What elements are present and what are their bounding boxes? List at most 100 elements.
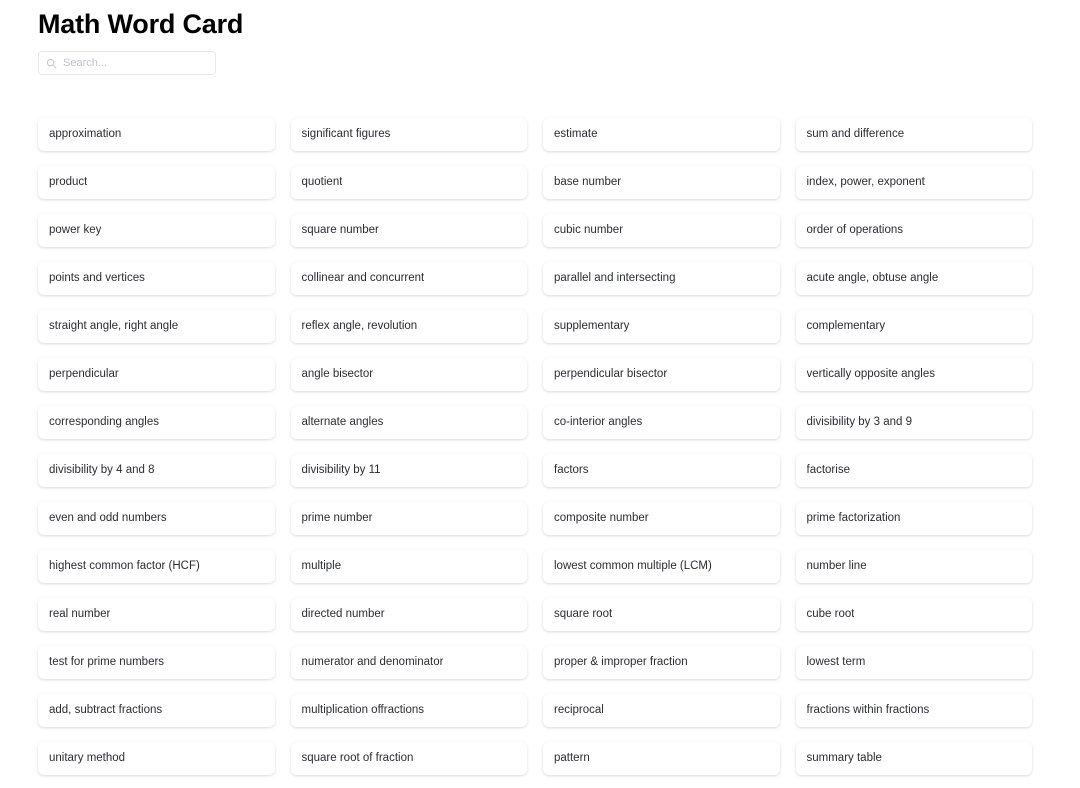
word-card-label: lowest term [806,656,866,668]
word-card-label: number line [806,560,867,572]
word-card[interactable]: perpendicular bisector [543,358,780,391]
word-card[interactable]: even and odd numbers [38,502,275,535]
word-card[interactable]: base number [543,166,780,199]
word-card[interactable]: unitary method [38,742,275,775]
word-card-label: base number [554,176,622,188]
word-card-label: collinear and concurrent [301,272,425,284]
word-card-label: perpendicular [49,368,119,380]
word-card[interactable]: alternate angles [290,406,527,439]
word-card-label: corresponding angles [49,416,159,428]
word-card[interactable]: straight angle, right angle [38,310,275,343]
word-card-label: cube root [806,608,855,620]
word-card[interactable]: summary table [795,742,1032,775]
word-card-label: divisibility by 4 and 8 [49,464,155,476]
word-card-label: vertically opposite angles [806,368,936,380]
word-card[interactable]: perpendicular [38,358,275,391]
word-card-label: straight angle, right angle [49,320,179,332]
word-card[interactable]: quotient [290,166,527,199]
word-card[interactable]: reciprocal [543,694,780,727]
word-card-label: divisibility by 3 and 9 [806,416,912,428]
word-card[interactable]: cubic number [543,214,780,247]
word-card[interactable]: factorise [795,454,1032,487]
word-card[interactable]: square root [543,598,780,631]
word-card[interactable]: collinear and concurrent [290,262,527,295]
word-card[interactable]: significant figures [290,118,527,151]
word-card-label: directed number [301,608,385,620]
word-card[interactable]: add, subtract fractions [38,694,275,727]
word-card[interactable]: real number [38,598,275,631]
word-card[interactable]: square number [290,214,527,247]
page-root: Math Word Card approximation significant … [0,0,1080,788]
word-card-label: alternate angles [301,416,384,428]
word-card[interactable]: reflex angle, revolution [290,310,527,343]
word-card[interactable]: test for prime numbers [38,646,275,679]
word-card-label: acute angle, obtuse angle [806,272,939,284]
word-card-label: cubic number [554,224,624,236]
word-card-label: divisibility by 11 [301,464,381,476]
word-card[interactable]: approximation [38,118,275,151]
word-card[interactable]: divisibility by 11 [290,454,527,487]
search-box[interactable] [38,51,216,75]
word-card[interactable]: supplementary [543,310,780,343]
word-card[interactable]: divisibility by 4 and 8 [38,454,275,487]
word-card-label: pattern [554,752,590,764]
word-card-label: square number [301,224,379,236]
word-card-label: points and vertices [49,272,145,284]
word-card-label: factors [554,464,589,476]
word-card[interactable]: fractions within fractions [795,694,1032,727]
search-input[interactable] [63,55,208,71]
word-card[interactable]: multiple [290,550,527,583]
word-card-label: prime number [301,512,373,524]
word-card[interactable]: cube root [795,598,1032,631]
word-card-label: quotient [301,176,343,188]
word-card[interactable]: highest common factor (HCF) [38,550,275,583]
word-card-label: proper & improper fraction [554,656,688,668]
word-card[interactable]: divisibility by 3 and 9 [795,406,1032,439]
word-card[interactable]: complementary [795,310,1032,343]
word-card[interactable]: angle bisector [290,358,527,391]
word-card[interactable]: points and vertices [38,262,275,295]
word-card[interactable]: product [38,166,275,199]
word-card-label: product [49,176,88,188]
word-card[interactable]: proper & improper fraction [543,646,780,679]
word-card-label: index, power, exponent [806,176,925,188]
word-card[interactable]: power key [38,214,275,247]
word-card[interactable]: prime number [290,502,527,535]
word-card[interactable]: co-interior angles [543,406,780,439]
word-card-label: order of operations [806,224,904,236]
word-card[interactable]: order of operations [795,214,1032,247]
word-card-label: co-interior angles [554,416,643,428]
word-card-label: estimate [554,128,598,140]
word-card[interactable]: multiplication offractions [290,694,527,727]
word-card-label: complementary [806,320,886,332]
word-card[interactable]: estimate [543,118,780,151]
search-icon [46,58,57,69]
page-title: Math Word Card [38,9,244,39]
word-card[interactable]: square root of fraction [290,742,527,775]
word-card[interactable]: composite number [543,502,780,535]
word-card-label: significant figures [301,128,391,140]
word-card-label: fractions within fractions [806,704,930,716]
word-card-label: unitary method [49,752,126,764]
word-card[interactable]: vertically opposite angles [795,358,1032,391]
word-card-label: reflex angle, revolution [301,320,418,332]
word-card-label: perpendicular bisector [554,368,668,380]
word-card[interactable]: numerator and denominator [290,646,527,679]
word-card[interactable]: number line [795,550,1032,583]
word-card[interactable]: parallel and intersecting [543,262,780,295]
word-card-label: angle bisector [301,368,374,380]
word-card[interactable]: acute angle, obtuse angle [795,262,1032,295]
word-card[interactable]: index, power, exponent [795,166,1032,199]
word-card[interactable]: lowest common multiple (LCM) [543,550,780,583]
word-card[interactable]: pattern [543,742,780,775]
word-card[interactable]: lowest term [795,646,1032,679]
word-card[interactable]: factors [543,454,780,487]
word-card[interactable]: sum and difference [795,118,1032,151]
word-card[interactable]: directed number [290,598,527,631]
word-card-label: highest common factor (HCF) [49,560,200,572]
word-card-label: reciprocal [554,704,604,716]
word-card[interactable]: corresponding angles [38,406,275,439]
word-card-label: lowest common multiple (LCM) [554,560,712,572]
word-card-grid: approximation significant figures estimate… [38,118,1032,775]
word-card[interactable]: prime factorization [795,502,1032,535]
